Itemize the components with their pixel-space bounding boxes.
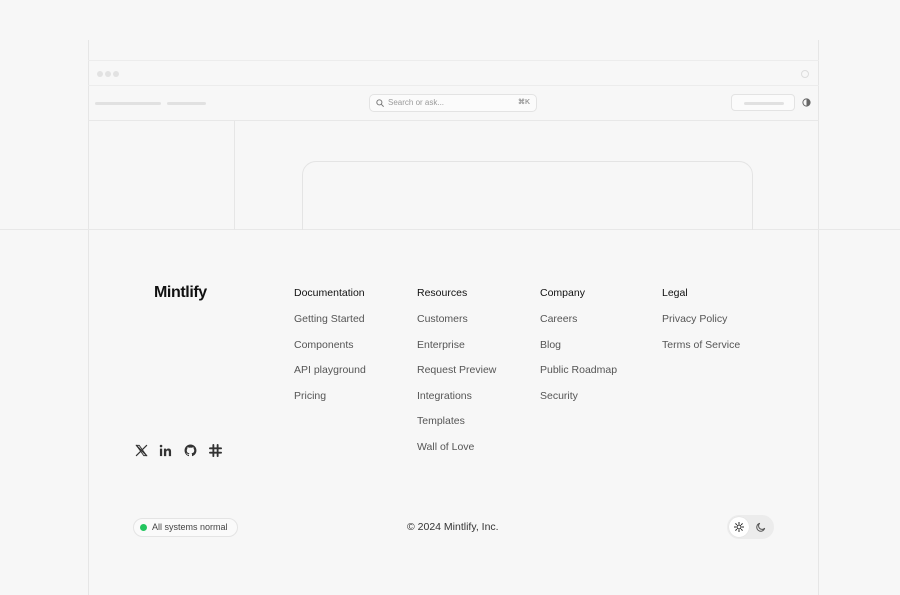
footer-link[interactable]: Security xyxy=(540,390,617,416)
status-dot-icon xyxy=(140,524,147,531)
footer-link[interactable]: Blog xyxy=(540,339,617,365)
footer-column-resources: Resources Customers Enterprise Request P… xyxy=(417,287,496,467)
mock-button[interactable] xyxy=(731,94,795,111)
window-dot-icon xyxy=(105,71,111,77)
footer-column-documentation: Documentation Getting Started Components… xyxy=(294,287,366,415)
status-badge[interactable]: All systems normal xyxy=(133,518,238,537)
slack-icon[interactable] xyxy=(209,444,222,457)
footer-link[interactable]: Pricing xyxy=(294,390,366,416)
search-icon xyxy=(376,99,384,107)
footer-link[interactable]: Customers xyxy=(417,313,496,339)
column-heading: Resources xyxy=(417,287,468,299)
sun-icon xyxy=(734,522,744,532)
column-heading: Documentation xyxy=(294,287,365,299)
mock-titlebar xyxy=(88,60,819,86)
footer-column-company: Company Careers Blog Public Roadmap Secu… xyxy=(540,287,617,415)
footer-link[interactable]: Integrations xyxy=(417,390,496,416)
github-icon[interactable] xyxy=(184,444,197,457)
copyright: © 2024 Mintlify, Inc. xyxy=(407,521,499,533)
moon-icon xyxy=(756,522,766,532)
mock-sidebar-divider xyxy=(234,121,235,230)
column-heading: Company xyxy=(540,287,585,299)
button-skeleton xyxy=(744,102,784,105)
search-placeholder: Search or ask... xyxy=(388,98,445,107)
footer-column-legal: Legal Privacy Policy Terms of Service xyxy=(662,287,740,364)
nav-skeleton xyxy=(167,102,206,105)
footer-link[interactable]: Terms of Service xyxy=(662,339,740,365)
mock-close-icon xyxy=(801,70,809,78)
theme-light-button[interactable] xyxy=(729,517,749,537)
nav-skeleton xyxy=(95,102,161,105)
footer-link[interactable]: Getting Started xyxy=(294,313,366,339)
window-dot-icon xyxy=(97,71,103,77)
search-shortcut: ⌘K xyxy=(517,99,530,106)
footer-link[interactable]: Wall of Love xyxy=(417,441,496,467)
footer-link[interactable]: Careers xyxy=(540,313,617,339)
theme-toggle[interactable] xyxy=(727,515,774,539)
mock-browser-window: Search or ask... ⌘K xyxy=(88,40,819,230)
window-dot-icon xyxy=(113,71,119,77)
mock-content-card xyxy=(302,161,753,230)
footer-link[interactable]: Templates xyxy=(417,415,496,441)
status-text: All systems normal xyxy=(152,522,228,532)
footer-link[interactable]: Enterprise xyxy=(417,339,496,365)
column-heading: Legal xyxy=(662,287,688,299)
logo[interactable]: Mintlify xyxy=(154,284,207,302)
contrast-icon[interactable] xyxy=(802,98,811,107)
linkedin-icon[interactable] xyxy=(159,444,172,457)
footer-link[interactable]: API playground xyxy=(294,364,366,390)
footer-link[interactable]: Components xyxy=(294,339,366,365)
x-icon[interactable] xyxy=(135,444,148,457)
search-bar[interactable]: Search or ask... ⌘K xyxy=(369,94,537,112)
footer-link[interactable]: Public Roadmap xyxy=(540,364,617,390)
mock-toolbar: Search or ask... ⌘K xyxy=(88,86,819,121)
theme-dark-button[interactable] xyxy=(751,517,771,537)
footer-link[interactable]: Privacy Policy xyxy=(662,313,740,339)
footer-link[interactable]: Request Preview xyxy=(417,364,496,390)
